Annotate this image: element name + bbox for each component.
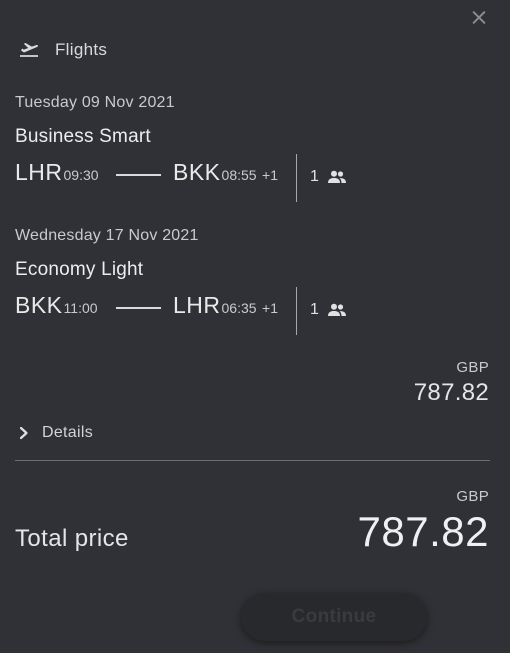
plane-takeoff-icon	[20, 43, 39, 57]
day-offset: +1	[262, 300, 278, 316]
divider	[15, 460, 490, 461]
flight-summary-panel: Flights Tuesday 09 Nov 2021 Business Sma…	[0, 0, 510, 653]
arrival-time: 08:55	[221, 167, 257, 183]
departure-time: 09:30	[63, 167, 99, 183]
total-currency: GBP	[456, 488, 489, 505]
destination-code: BKK	[173, 159, 221, 185]
passenger-count: 1	[310, 301, 347, 319]
total-price-amount: 787.82	[357, 508, 489, 555]
day-offset: +1	[262, 167, 278, 183]
departure: BKK11:00	[15, 292, 98, 319]
origin-code: BKK	[15, 292, 63, 318]
flights-header: Flights	[18, 40, 107, 60]
fare-name: Business Smart	[15, 126, 151, 147]
fare-name: Economy Light	[15, 259, 144, 280]
divider	[296, 287, 297, 335]
destination-code: LHR	[173, 292, 221, 318]
passenger-number: 1	[310, 301, 319, 318]
chevron-right-icon	[19, 426, 28, 440]
departure-time: 11:00	[63, 300, 98, 316]
subtotal-amount: 787.82	[413, 379, 489, 406]
arrival-time: 06:35	[221, 300, 257, 316]
arrival: BKK08:55 +1	[173, 159, 278, 186]
details-toggle[interactable]: Details	[18, 424, 93, 442]
people-icon	[327, 303, 346, 316]
flights-title: Flights	[55, 40, 108, 59]
passenger-count: 1	[310, 168, 347, 186]
route-row: LHR09:30 BKK08:55 +1 1	[15, 154, 495, 204]
route-line	[116, 307, 161, 309]
arrival: LHR06:35 +1	[173, 292, 278, 319]
departure: LHR09:30	[15, 159, 99, 186]
route-row: BKK11:00 LHR06:35 +1 1	[15, 287, 495, 337]
flight-leg-outbound: Tuesday 09 Nov 2021 Business Smart LHR09…	[15, 94, 495, 204]
route-line	[116, 174, 161, 176]
total-price-label: Total price	[15, 525, 129, 552]
details-label: Details	[42, 424, 94, 441]
people-icon	[327, 170, 346, 183]
flight-leg-return: Wednesday 17 Nov 2021 Economy Light BKK1…	[15, 227, 495, 337]
origin-code: LHR	[15, 159, 63, 185]
leg-date: Wednesday 17 Nov 2021	[15, 227, 199, 244]
subtotal-price: GBP 787.82	[414, 359, 489, 407]
close-icon[interactable]	[468, 6, 490, 28]
passenger-number: 1	[310, 168, 319, 185]
leg-date: Tuesday 09 Nov 2021	[15, 94, 175, 111]
continue-button[interactable]: Continue	[241, 593, 427, 641]
subtotal-currency: GBP	[456, 359, 489, 376]
divider	[296, 154, 297, 202]
